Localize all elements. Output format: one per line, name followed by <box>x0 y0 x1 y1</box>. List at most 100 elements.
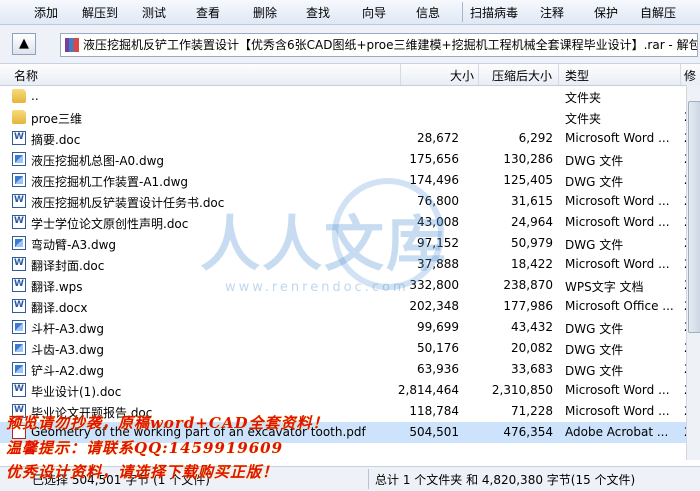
file-type: DWG 文件 <box>565 364 624 378</box>
column-divider[interactable] <box>680 64 681 85</box>
doc-icon <box>12 215 26 229</box>
file-row[interactable]: 斗杆-A3.dwg99,69943,432DWG 文件2 <box>0 317 692 338</box>
file-packed-size: 20,082 <box>511 341 553 355</box>
info-button[interactable]: 信息 <box>416 4 440 21</box>
file-row[interactable]: 翻译.docx 202,348 177,986 Microsoft Office ..… <box>0 296 692 317</box>
file-name: 学士学位论文原创性声明.doc <box>31 217 189 231</box>
file-name: 液压挖掘机总图-A0.dwg <box>31 154 165 168</box>
file-type: 文件夹 <box>565 91 602 105</box>
file-name: .. <box>31 89 39 103</box>
file-name: 液压挖掘机工作装置-A1.dwg <box>31 175 189 189</box>
file-name: 液压挖掘机反铲装置设计任务书.doc <box>31 196 225 210</box>
file-type: DWG 文件 <box>565 238 624 252</box>
file-packed-size: 24,964 <box>511 215 553 229</box>
arrow-up-icon: ▲ <box>19 36 29 51</box>
file-type: Microsoft Word ... <box>565 131 670 145</box>
file-row[interactable]: .. 文件夹 <box>0 86 686 107</box>
dwg-icon <box>12 320 26 334</box>
file-name: 毕业设计(1).doc <box>31 385 122 399</box>
comment-button[interactable]: 注释 <box>540 4 564 21</box>
status-divider <box>368 469 369 489</box>
file-packed-size: 2,310,850 <box>491 383 553 397</box>
dwg-icon <box>12 236 26 250</box>
file-type: Adobe Acrobat ... <box>565 425 669 439</box>
protect-button[interactable]: 保护 <box>594 4 618 21</box>
file-type: Microsoft Word ... <box>565 194 670 208</box>
column-modified[interactable]: 修 <box>684 67 696 84</box>
file-type: 文件夹 <box>565 112 602 126</box>
find-button[interactable]: 查找 <box>306 4 330 21</box>
wizard-button[interactable]: 向导 <box>362 4 386 21</box>
file-packed-size: 31,615 <box>511 194 553 208</box>
column-packed[interactable]: 压缩后大小 <box>492 67 552 84</box>
column-size[interactable]: 大小 <box>450 67 474 84</box>
file-row[interactable]: proe三维文件夹2 <box>0 107 692 128</box>
file-packed-size: 50,979 <box>511 236 553 250</box>
view-button[interactable]: 查看 <box>196 4 220 21</box>
file-packed-size: 125,405 <box>503 173 553 187</box>
column-name[interactable]: 名称 <box>14 67 38 84</box>
file-size: 202,348 <box>409 299 459 313</box>
path-bar: ▲ 液压挖掘机反铲工作装置设计【优秀含6张CAD图纸+proe三维建模+挖掘机工… <box>0 25 700 64</box>
file-size: 118,784 <box>409 404 459 418</box>
watermark-text: 人人文库 <box>200 210 448 280</box>
test-button[interactable]: 测试 <box>142 4 166 21</box>
column-header: 名称 大小 压缩后大小 类型 修 <box>0 64 700 86</box>
file-type: DWG 文件 <box>565 322 624 336</box>
status-total: 总计 1 个文件夹 和 4,820,380 字节(15 个文件) <box>375 473 636 487</box>
file-name: 斗齿-A3.dwg <box>31 343 105 357</box>
file-size: 63,936 <box>417 362 459 376</box>
file-packed-size: 130,286 <box>503 152 553 166</box>
column-divider[interactable] <box>558 64 559 85</box>
file-packed-size: 6,292 <box>518 131 553 145</box>
file-name: proe三维 <box>31 112 83 126</box>
doc-icon <box>12 194 26 208</box>
file-type: DWG 文件 <box>565 175 624 189</box>
file-type: DWG 文件 <box>565 154 624 168</box>
file-packed-size: 43,432 <box>511 320 553 334</box>
scan-virus-button[interactable]: 扫描病毒 <box>470 4 518 21</box>
delete-button[interactable]: 删除 <box>253 4 277 21</box>
file-size: 28,672 <box>417 131 459 145</box>
file-type: WPS文字 文档 <box>565 280 644 294</box>
doc-icon <box>12 383 26 397</box>
folder-icon <box>12 110 26 124</box>
watermark-url: www.renrendoc.com <box>225 280 409 295</box>
extract-to-button[interactable]: 解压到 <box>82 4 118 21</box>
column-divider[interactable] <box>478 64 479 85</box>
folder-icon <box>12 89 26 103</box>
doc-icon <box>12 257 26 271</box>
up-folder-button[interactable]: ▲ <box>12 33 36 55</box>
toolbar-divider <box>462 2 463 22</box>
file-packed-size: 18,422 <box>511 257 553 271</box>
file-name: 翻译.docx <box>31 301 88 315</box>
file-packed-size: 238,870 <box>503 278 553 292</box>
file-row[interactable]: 液压挖掘机工作装置-A1.dwg174,496125,405DWG 文件2 <box>0 170 692 191</box>
dwg-icon <box>12 362 26 376</box>
column-type[interactable]: 类型 <box>565 67 589 84</box>
rar-archive-icon <box>65 37 79 52</box>
column-divider[interactable] <box>400 64 401 85</box>
doc-icon <box>12 131 26 145</box>
file-size: 2,814,464 <box>397 383 459 397</box>
file-row[interactable]: 液压挖掘机总图-A0.dwg175,656130,286DWG 文件2 <box>0 149 692 170</box>
scrollbar-thumb[interactable] <box>688 101 700 333</box>
file-name: 翻译.wps <box>31 280 83 294</box>
file-row[interactable]: 摘要.doc28,6726,292Microsoft Word ...2 <box>0 128 692 149</box>
file-packed-size: 476,354 <box>503 425 553 439</box>
promo-line-1: 预览请勿抄袭，原稿word+CAD全套资料！ <box>6 414 329 432</box>
doc-icon <box>12 278 26 292</box>
file-row[interactable]: 毕业设计(1).doc 2,814,464 2,310,850 Microsoft W… <box>0 380 692 401</box>
file-row[interactable]: 铲斗-A2.dwg63,93633,683DWG 文件2 <box>0 359 692 380</box>
file-type: Microsoft Word ... <box>565 215 670 229</box>
file-row[interactable]: 斗齿-A3.dwg50,17620,082DWG 文件2 <box>0 338 692 359</box>
dwg-icon <box>12 341 26 355</box>
sfx-button[interactable]: 自解压 <box>640 4 676 21</box>
file-size: 175,656 <box>409 152 459 166</box>
file-type: Microsoft Word ... <box>565 404 670 418</box>
add-button[interactable]: 添加 <box>34 4 58 21</box>
promo-line-3: 优秀设计资料，请选择下载购买正版！ <box>6 463 279 481</box>
file-type: DWG 文件 <box>565 343 624 357</box>
archive-path-field[interactable]: 液压挖掘机反铲工作装置设计【优秀含6张CAD图纸+proe三维建模+挖掘机工程机… <box>60 33 698 57</box>
vertical-scrollbar[interactable] <box>686 85 700 460</box>
